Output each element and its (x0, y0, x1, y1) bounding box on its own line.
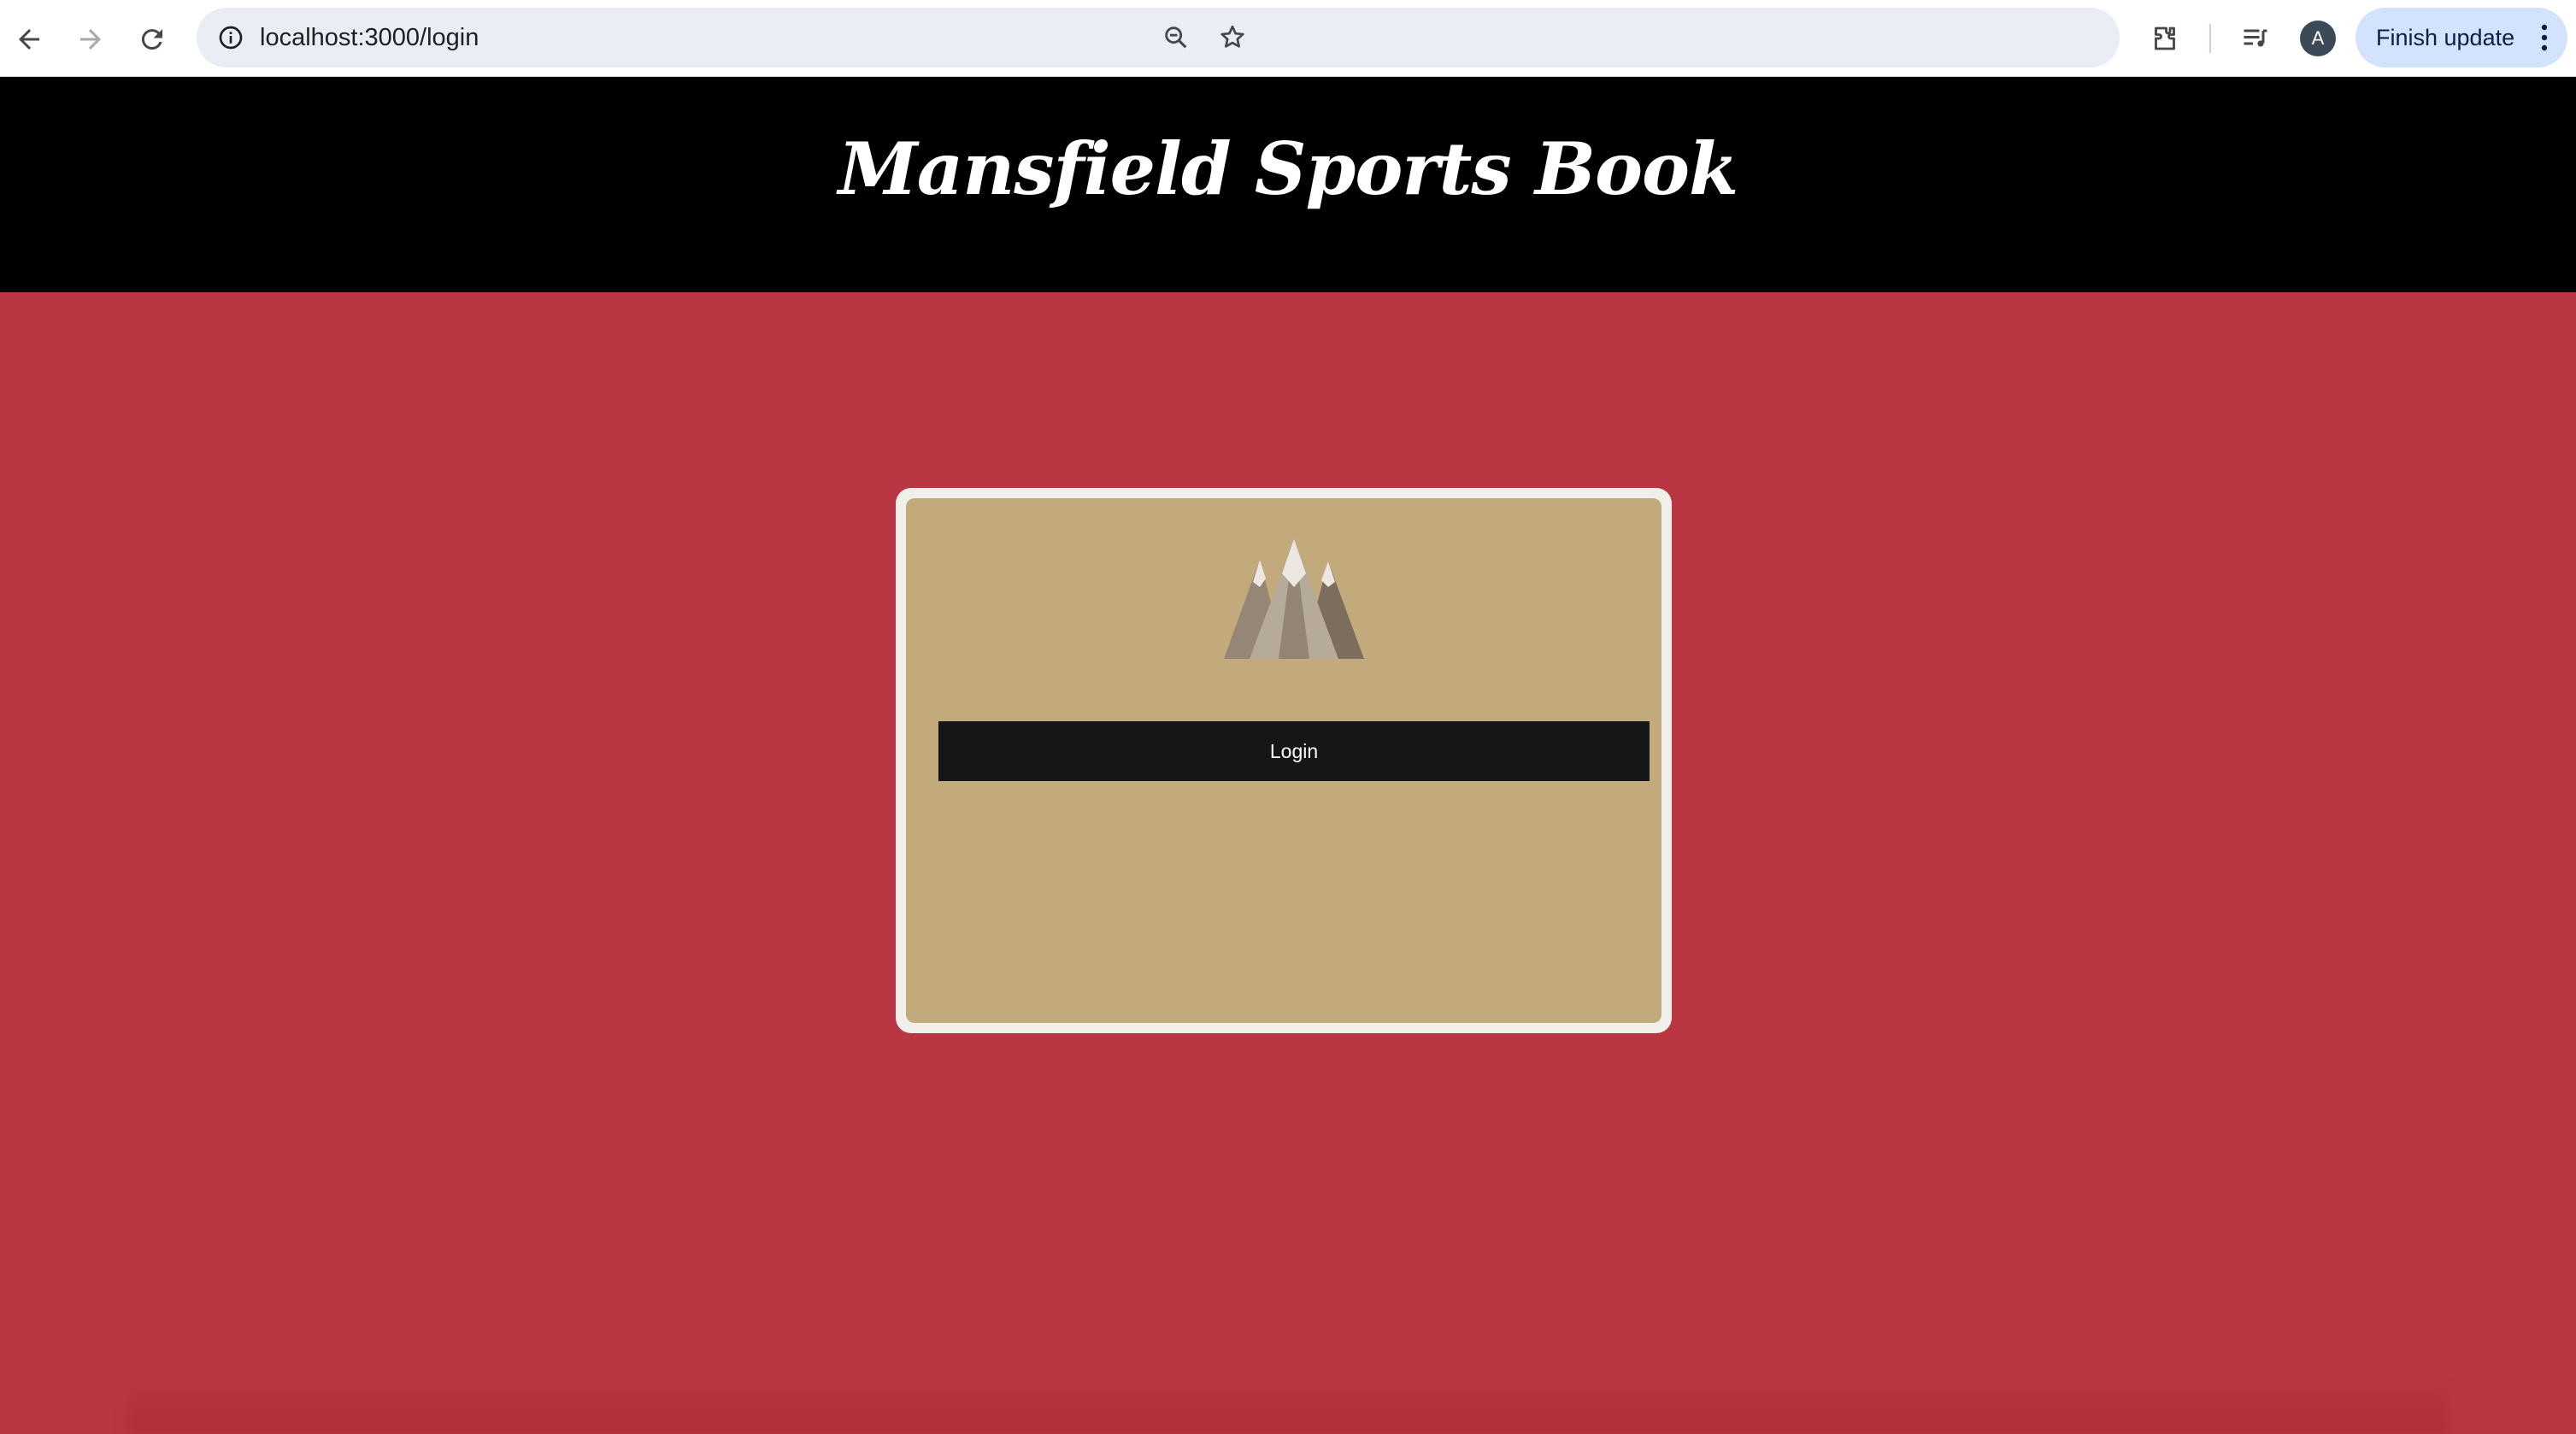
more-menu-icon[interactable] (2540, 23, 2549, 52)
zoom-icon[interactable] (1157, 19, 1195, 56)
bottom-shadow (128, 1383, 2448, 1434)
url-text[interactable]: localhost:3000/login (260, 8, 479, 68)
media-controls-icon[interactable] (2234, 17, 2277, 60)
reload-icon[interactable] (130, 17, 174, 62)
back-arrow-icon[interactable] (7, 17, 51, 62)
login-button[interactable]: Login (938, 721, 1650, 781)
mountain-logo-icon (1224, 539, 1364, 659)
extensions-icon[interactable] (2144, 17, 2186, 60)
finish-update-label: Finish update (2376, 24, 2515, 50)
site-info-icon[interactable] (210, 17, 251, 58)
forward-arrow-icon[interactable] (68, 17, 113, 62)
profile-avatar[interactable]: A (2300, 21, 2336, 56)
browser-toolbar: localhost:3000/login A Finish update (0, 0, 2576, 77)
login-card: Login (906, 498, 1661, 1023)
bookmark-star-icon[interactable] (1214, 19, 1251, 56)
site-title: Mansfield Sports Book (838, 126, 1738, 211)
address-bar[interactable]: localhost:3000/login (197, 8, 2120, 68)
site-header: Mansfield Sports Book (0, 77, 2576, 292)
login-card-frame: Login (896, 488, 1672, 1033)
toolbar-divider (2209, 24, 2211, 53)
finish-update-button[interactable]: Finish update (2355, 8, 2567, 68)
